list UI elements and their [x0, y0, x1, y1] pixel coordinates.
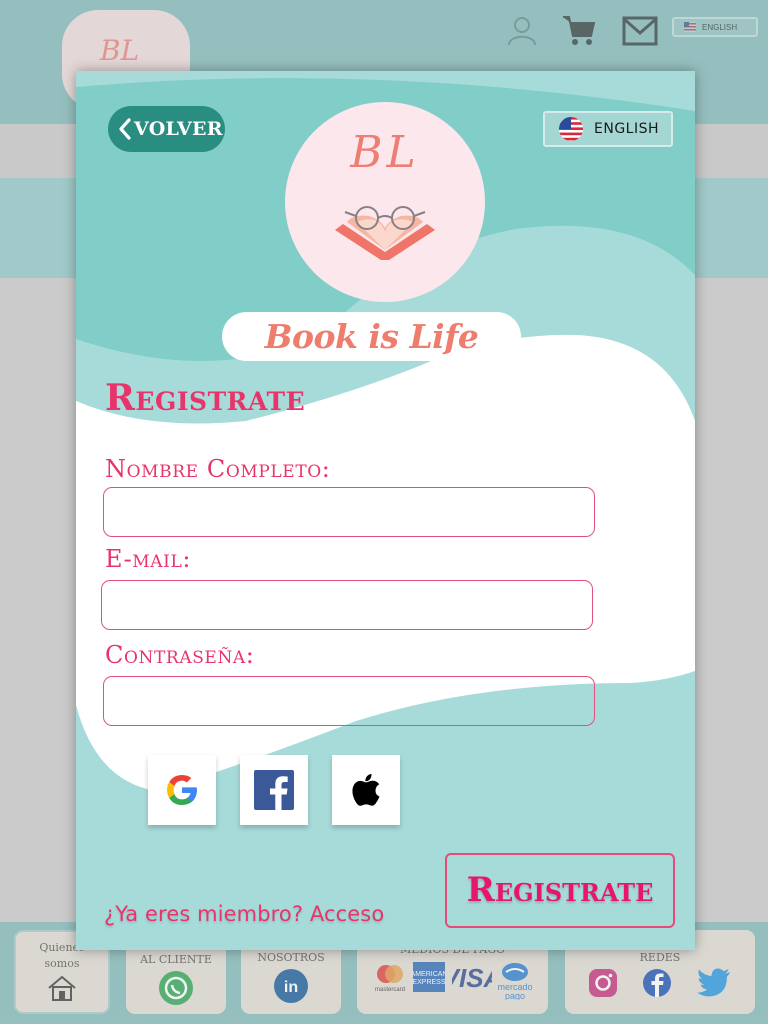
- email-label: E-mail:: [105, 545, 192, 573]
- name-field[interactable]: [103, 487, 595, 537]
- google-icon: [167, 775, 197, 805]
- chevron-left-icon: [119, 118, 131, 140]
- facebook-icon: [254, 770, 294, 810]
- name-label: Nombre Completo:: [105, 455, 331, 483]
- brand-logo: BL: [285, 102, 485, 302]
- password-field[interactable]: [103, 676, 595, 726]
- brand-name: Book is Life: [222, 312, 521, 361]
- apple-login-button[interactable]: [332, 755, 400, 825]
- back-button[interactable]: VOLVER: [108, 106, 225, 152]
- register-submit-button[interactable]: Registrate: [445, 853, 675, 928]
- google-login-button[interactable]: [148, 755, 216, 825]
- password-label: Contraseña:: [105, 641, 255, 669]
- form-title: Registrate: [105, 377, 306, 419]
- language-label: ENGLISH: [594, 121, 660, 137]
- logo-text: BL: [350, 127, 420, 178]
- facebook-login-button[interactable]: [240, 755, 308, 825]
- book-glasses-icon: [335, 206, 435, 260]
- back-button-label: VOLVER: [134, 118, 223, 140]
- us-flag-icon: [559, 117, 583, 141]
- apple-icon: [352, 774, 380, 806]
- language-button[interactable]: ENGLISH: [543, 111, 673, 147]
- email-field[interactable]: [101, 580, 593, 630]
- register-modal: VOLVER ENGLISH BL Book is Life Registrat…: [76, 71, 695, 950]
- login-link[interactable]: ¿Ya eres miembro? Acceso: [104, 902, 384, 926]
